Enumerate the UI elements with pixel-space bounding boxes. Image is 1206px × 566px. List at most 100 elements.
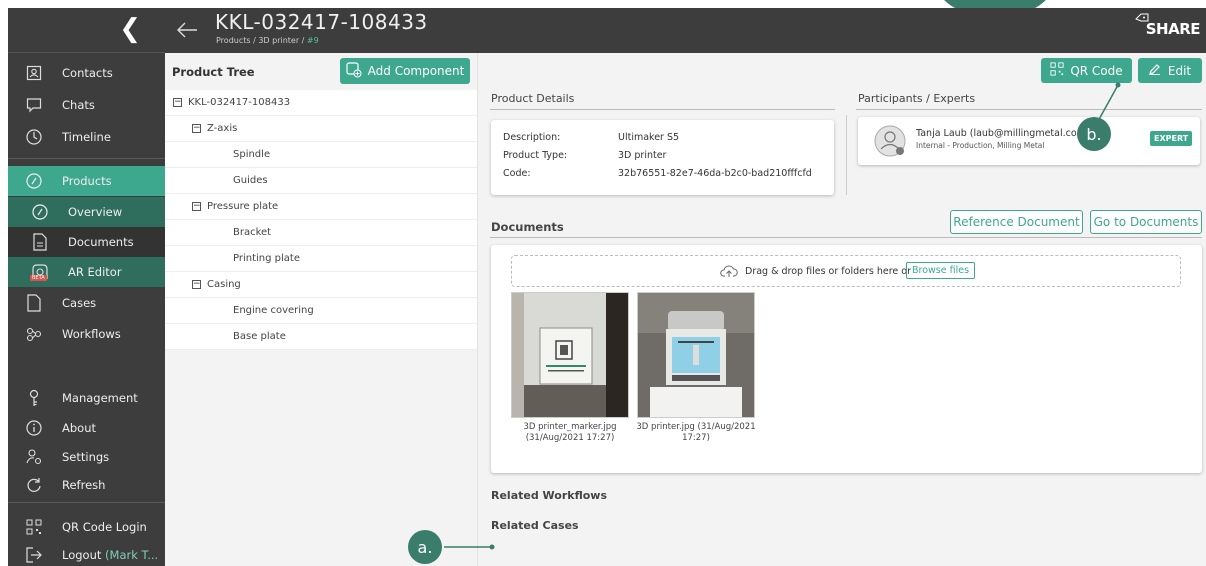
sidebar-item-contacts[interactable]: Contacts [8,58,165,88]
detail-key: Description: [503,132,561,143]
sidebar-item-label: Documents [68,235,134,249]
chat-bubble-icon [24,95,44,115]
sidebar-item-label: Settings [62,450,110,464]
tree-list: − KKL-032417-108433− Z-axis Spindle Guides − P… [165,90,477,350]
file-date: 17:27) [682,433,710,443]
tree-node[interactable]: Engine covering [165,298,477,324]
product-tree-panel: Product Tree Add Component − KKL-032417-1… [165,53,478,566]
qr-icon [1050,62,1064,79]
beta-badge: BETA [30,275,47,281]
document-thumbnail[interactable] [511,292,629,418]
tree-node-label: Engine covering [233,305,314,316]
avatar [874,125,906,160]
page-title: KKL-032417-108433 [215,10,428,34]
collapse-sidebar-icon[interactable]: ❮ [119,16,141,42]
breadcrumb: Products / 3D printer / #9 [216,36,319,45]
contact-card-icon [24,63,44,83]
document-thumbnail[interactable] [637,292,755,418]
tree-node-label: Base plate [233,331,286,342]
refresh-icon [24,475,44,495]
section-divider [856,109,1202,110]
reference-document-button[interactable]: Reference Document [950,210,1083,234]
detail-value: 3D printer [618,150,667,161]
file-name: 3D printer_marker.jpg [523,422,617,432]
tree-node[interactable]: − KKL-032417-108433 [165,90,477,116]
tree-node-label: KKL-032417-108433 [188,97,291,108]
tree-node-label: Spindle [233,149,271,160]
tree-node[interactable]: − Z-axis [165,116,477,142]
sidebar-item-documents[interactable]: Documents [8,227,165,257]
detail-value: Ultimaker S5 [618,132,680,143]
related-cases-title: Related Cases [491,519,579,532]
tree-node[interactable]: Printing plate [165,246,477,272]
qr-code-button[interactable]: QR Code [1041,58,1132,83]
section-divider [490,109,835,110]
collapse-toggle-icon[interactable]: − [192,280,201,289]
tree-node-label: Guides [233,175,268,186]
add-component-icon [346,61,362,81]
sidebar-item-settings[interactable]: Settings [8,442,165,472]
participant-card[interactable]: Tanja Laub (laub@millingmetal.com) Inter… [858,117,1200,165]
browse-files-button[interactable]: Browse files [906,262,976,279]
case-icon [24,293,44,313]
file-date: (31/Aug/2021 17:27) [525,433,615,443]
tree-node[interactable]: Bracket [165,220,477,246]
sidebar-item-ar-editor[interactable]: BETA AR Editor [8,257,165,287]
sidebar-item-cases[interactable]: Cases [8,288,165,318]
share-button[interactable]: SHARE [1146,20,1201,38]
sidebar-item-label: Timeline [62,130,111,144]
qr-icon [24,517,44,537]
tree-node[interactable]: Spindle [165,142,477,168]
breadcrumb-id: #9 [306,36,319,45]
sidebar-item-qr-login[interactable]: QR Code Login [8,512,165,542]
file-caption: 3D printer_marker.jpg (31/Aug/2021 17:27) [505,422,635,444]
participant-role: Internal - Production, Milling Metal [916,141,1045,150]
sidebar-item-label: Products [62,174,112,188]
tree-node-label: Pressure plate [207,201,279,212]
sidebar-item-chats[interactable]: Chats [8,90,165,120]
pencil-icon [1148,63,1161,78]
drop-zone[interactable]: Drag & drop files or folders here or Bro… [511,255,1181,287]
collapse-toggle-icon[interactable]: − [173,98,182,107]
product-details-title: Product Details [491,92,575,105]
workflow-icon [24,324,44,344]
expert-badge: EXPERT [1150,131,1193,146]
sidebar-item-refresh[interactable]: Refresh [8,470,165,500]
sidebar-item-management[interactable]: Management [8,383,165,413]
settings-icon [24,447,44,467]
sidebar: ❮ Contacts Chats Timeline Products Overv… [8,8,165,566]
info-icon [24,418,44,438]
collapse-toggle-icon[interactable]: − [192,124,201,133]
go-to-documents-button[interactable]: Go to Documents [1090,210,1202,234]
cloud-upload-icon [720,264,738,281]
participant-name: Tanja Laub (laub@millingmetal.com) [916,128,1090,139]
logout-icon [24,545,44,565]
edit-button[interactable]: Edit [1138,58,1202,83]
tree-node[interactable]: − Pressure plate [165,194,477,220]
document-icon [30,232,50,252]
back-arrow-icon[interactable] [175,20,199,43]
tree-node[interactable]: − Casing [165,272,477,298]
sidebar-item-timeline[interactable]: Timeline [8,122,165,152]
sidebar-item-workflows[interactable]: Workflows [8,319,165,349]
sidebar-item-label: Refresh [62,478,106,492]
file-caption: 3D printer.jpg (31/Aug/2021 17:27) [631,422,761,444]
overview-icon [30,202,50,222]
sidebar-item-logout[interactable]: Logout (Mark T... [8,540,165,566]
sidebar-item-products[interactable]: Products [8,166,165,196]
tree-node[interactable]: Guides [165,168,477,194]
sidebar-item-label: Logout (Mark T... [62,548,158,562]
related-workflows-title: Related Workflows [491,489,608,502]
section-divider [490,237,1202,238]
sidebar-item-overview[interactable]: Overview [8,197,165,227]
tree-node[interactable]: Base plate [165,324,477,350]
collapse-toggle-icon[interactable]: − [192,202,201,211]
printer-photo-image [638,293,754,417]
add-component-button[interactable]: Add Component [340,58,470,84]
sidebar-item-label: QR Code Login [62,520,147,534]
sidebar-divider [8,158,165,159]
sidebar-item-about[interactable]: About [8,413,165,443]
breadcrumb-path[interactable]: Products / 3D printer / [216,36,307,45]
product-tree-title: Product Tree [172,64,255,79]
product-tree-header: Product Tree Add Component [165,53,477,90]
